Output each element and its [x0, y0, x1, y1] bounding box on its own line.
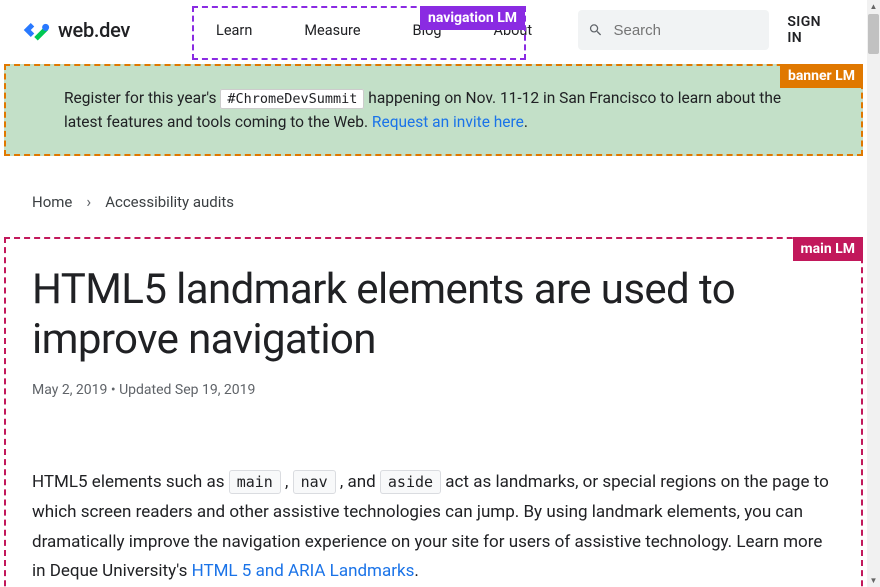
nav-measure[interactable]: Measure — [278, 10, 386, 51]
chevron-right-icon: › — [86, 192, 91, 211]
search-input[interactable] — [613, 22, 759, 39]
article-dates: May 2, 2019 • Updated Sep 19, 2019 — [32, 382, 835, 398]
nav-about[interactable]: About — [468, 10, 559, 51]
logo-text: web.dev — [58, 18, 130, 42]
breadcrumb: Home › Accessibility audits — [0, 156, 867, 211]
deque-link[interactable]: HTML 5 and ARIA Landmarks — [192, 561, 415, 581]
code-nav: nav — [293, 470, 336, 494]
date-published: May 2, 2019 — [32, 382, 107, 398]
page-title: HTML5 landmark elements are used to impr… — [32, 265, 835, 364]
scrollbar-down-icon[interactable]: ▼ — [867, 574, 880, 587]
banner-text-1: Register for this year's — [64, 89, 220, 107]
banner-period: . — [524, 113, 528, 131]
announcement-banner: Register for this year's #ChromeDevSummi… — [4, 64, 863, 156]
scrollbar-thumb[interactable] — [868, 14, 879, 54]
breadcrumb-home[interactable]: Home — [32, 193, 72, 211]
code-main: main — [229, 470, 281, 494]
banner-invite-link[interactable]: Request an invite here — [372, 113, 524, 131]
main-landmark-label: main LM — [793, 237, 863, 261]
search-icon — [588, 21, 603, 39]
article-paragraph: HTML5 elements such as main , nav , and … — [32, 468, 835, 587]
banner-landmark: Register for this year's #ChromeDevSummi… — [4, 64, 863, 156]
main-landmark: main LM HTML5 landmark elements are used… — [4, 237, 863, 587]
logo[interactable]: web.dev — [22, 17, 130, 43]
scrollbar[interactable]: ▲ ▼ — [867, 0, 880, 587]
nav-blog[interactable]: Blog — [387, 10, 468, 51]
site-header: web.dev Learn Measure Blog About SIGN IN — [0, 0, 867, 60]
nav-learn[interactable]: Learn — [190, 10, 278, 51]
signin-button[interactable]: SIGN IN — [779, 14, 845, 46]
code-aside: aside — [380, 470, 441, 494]
logo-icon — [22, 17, 50, 43]
breadcrumb-current[interactable]: Accessibility audits — [105, 193, 234, 211]
date-separator: • — [107, 382, 119, 398]
scrollbar-up-icon[interactable]: ▲ — [867, 0, 880, 13]
banner-hashtag: #ChromeDevSummit — [220, 89, 364, 109]
date-updated: Updated Sep 19, 2019 — [119, 382, 255, 398]
primary-nav: Learn Measure Blog About — [190, 10, 558, 51]
search-box[interactable] — [578, 10, 769, 50]
